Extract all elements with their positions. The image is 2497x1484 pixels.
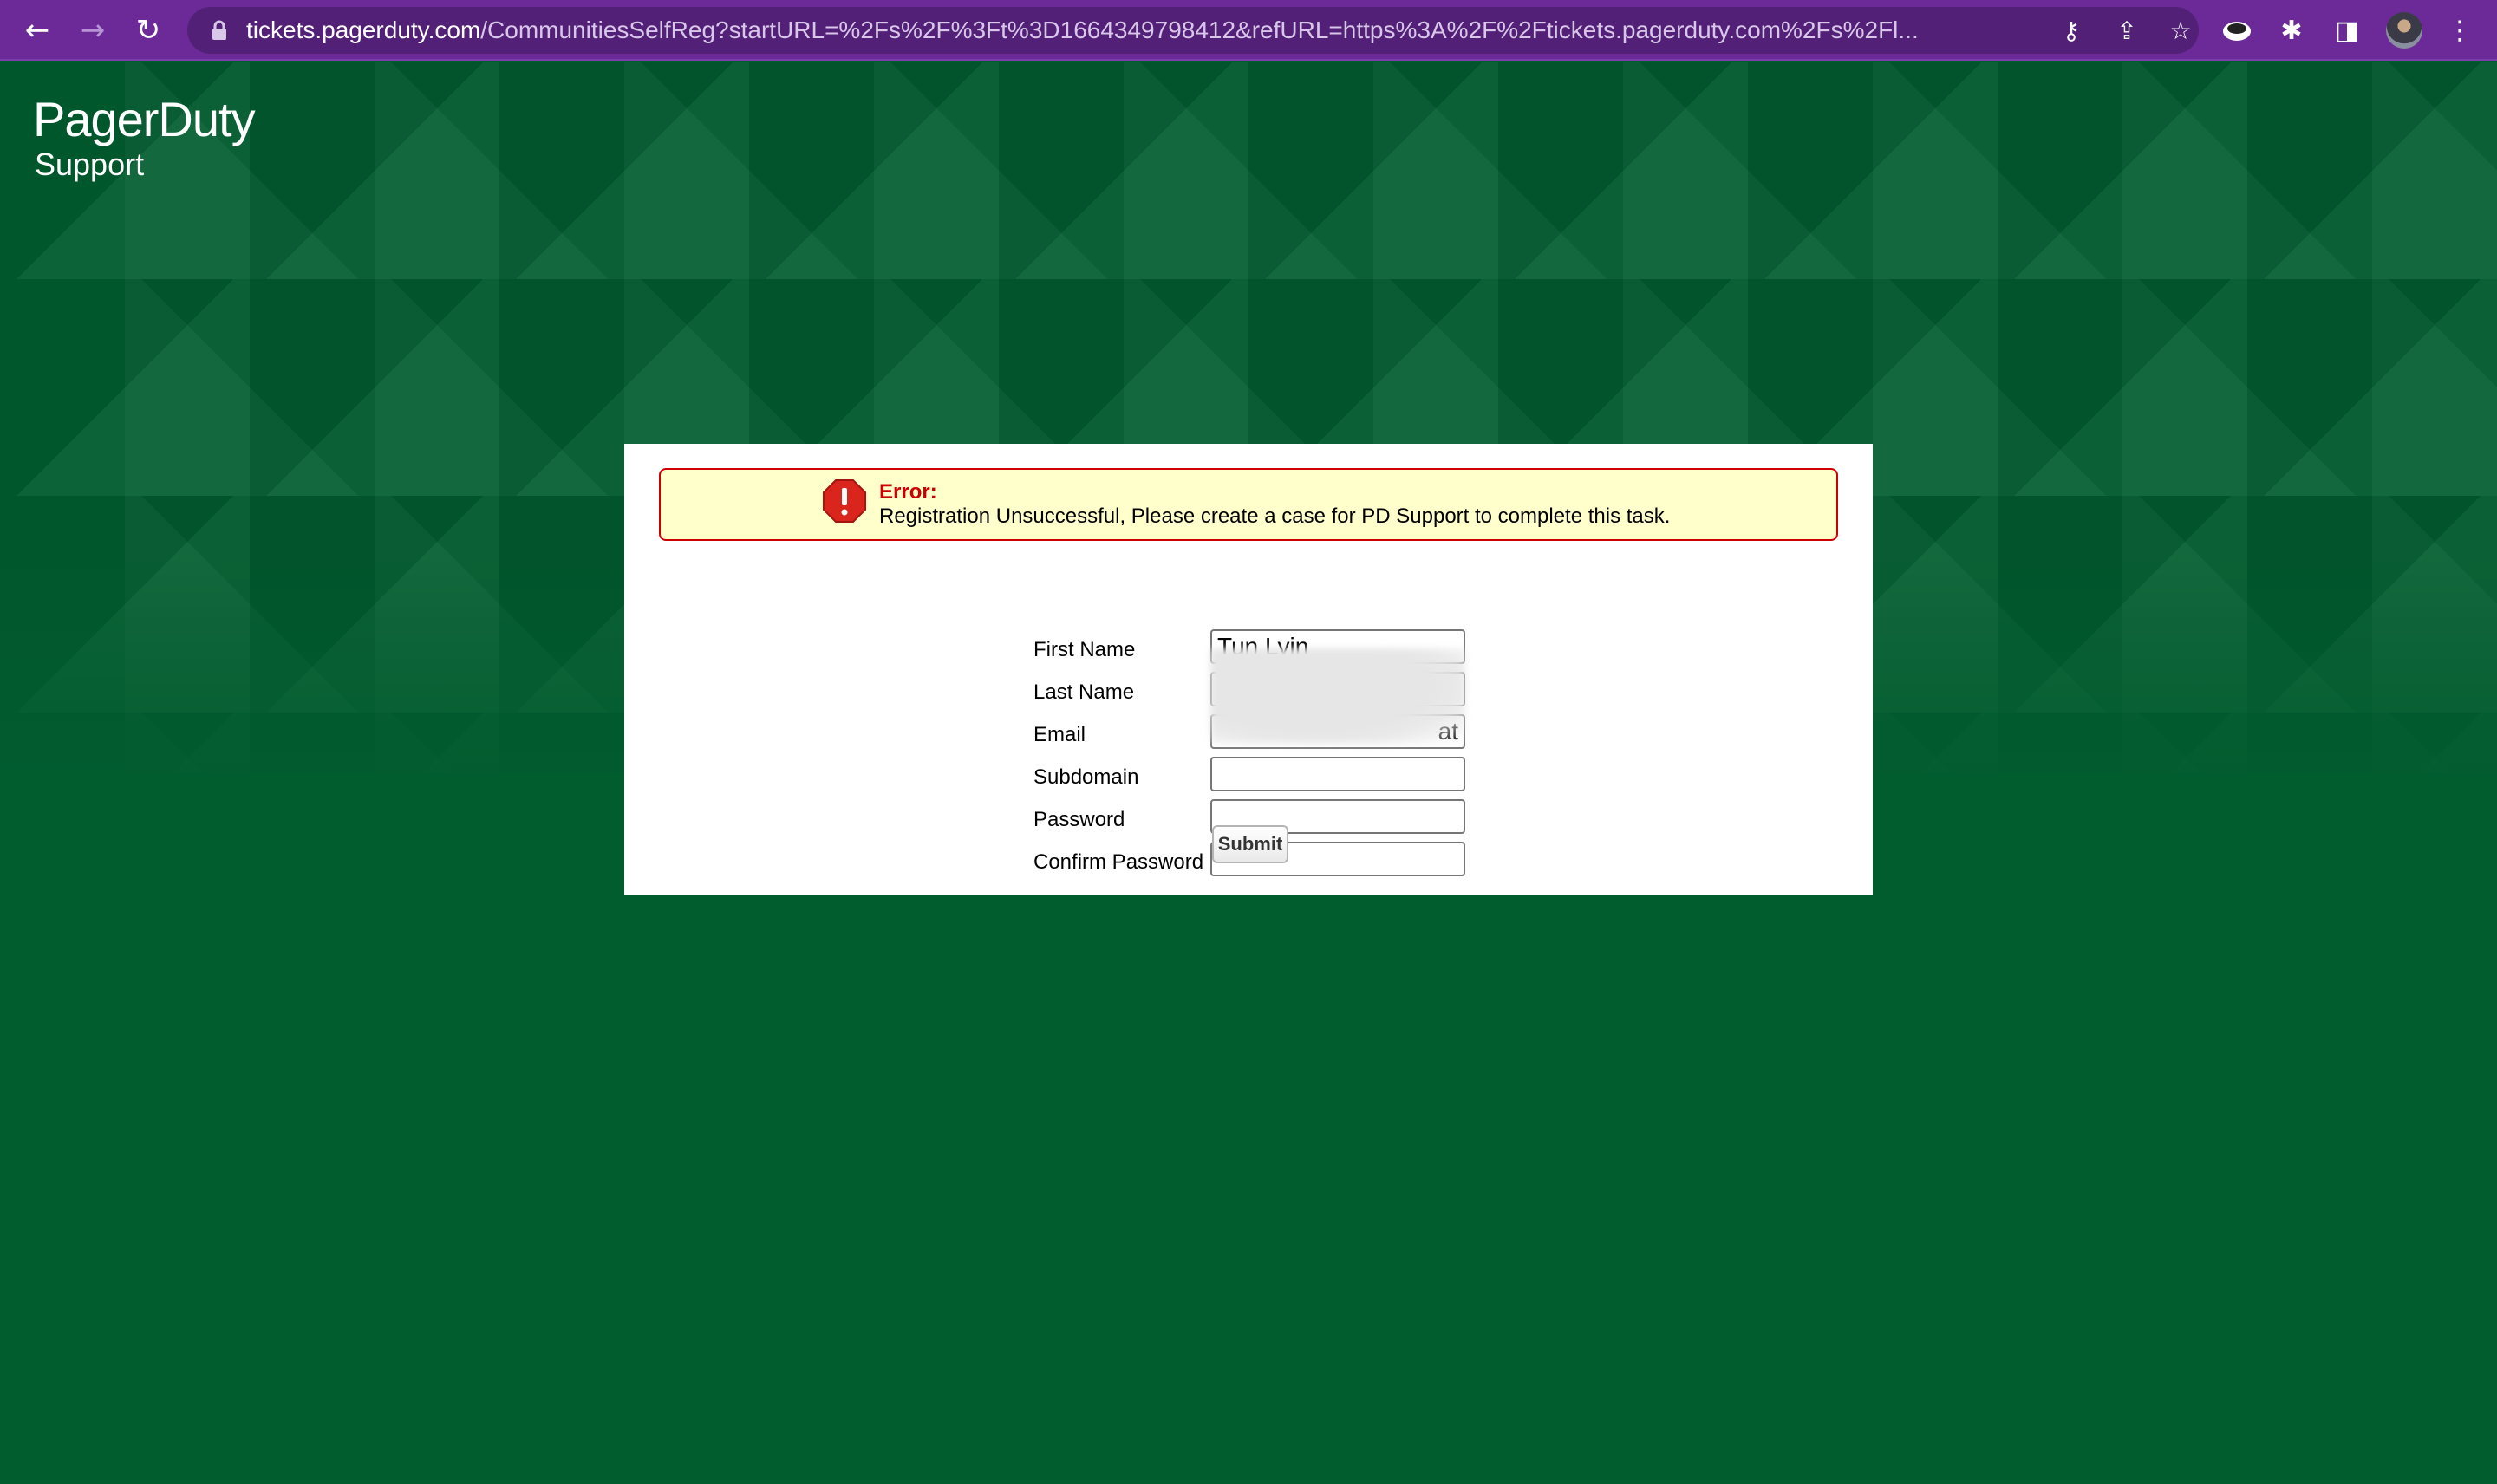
error-title: Error:	[879, 480, 937, 504]
key-icon[interactable]: ⚷	[2057, 16, 2086, 45]
profile-avatar[interactable]	[2386, 12, 2422, 49]
error-message: Registration Unsuccessful, Please create…	[879, 504, 1671, 528]
url-path: /CommunitiesSelfReg?startURL=%2Fs%2F%3Ft…	[480, 16, 1919, 43]
bookmark-star-icon[interactable]: ☆	[2166, 16, 2195, 45]
pagerduty-logo[interactable]: PagerDuty Support	[33, 92, 256, 182]
extension-disc-icon[interactable]	[2220, 14, 2254, 49]
forward-icon[interactable]: →	[73, 10, 113, 50]
email-label: Email	[1033, 723, 1086, 746]
url-host: tickets.pagerduty.com	[246, 16, 481, 43]
share-icon[interactable]: ⇪	[2112, 16, 2142, 45]
subdomain-input[interactable]	[1210, 757, 1465, 791]
error-stop-icon	[823, 479, 866, 523]
first-name-label: First Name	[1033, 638, 1136, 661]
page-content: PagerDuty Support Error: Registration Un…	[0, 62, 2497, 1484]
logo-brand: PagerDuty	[33, 92, 256, 146]
redaction-blur	[1210, 648, 1465, 744]
back-icon[interactable]: ←	[17, 10, 57, 50]
registration-panel: Error: Registration Unsuccessful, Please…	[624, 444, 1873, 895]
confirm-password-label: Confirm Password	[1033, 850, 1204, 874]
browser-toolbar: ← → ↻ tickets.pagerduty.com/CommunitiesS…	[0, 0, 2497, 61]
submit-button[interactable]: Submit	[1212, 825, 1288, 863]
logo-subtitle: Support	[35, 146, 145, 182]
address-bar[interactable]: tickets.pagerduty.com/CommunitiesSelfReg…	[187, 7, 2199, 54]
side-panel-icon[interactable]: ◨	[2329, 12, 2365, 49]
reload-icon[interactable]: ↻	[128, 10, 168, 50]
subdomain-row: Subdomain	[624, 757, 1873, 795]
url-text[interactable]: tickets.pagerduty.com/CommunitiesSelfReg…	[246, 7, 2050, 54]
extensions-puzzle-icon[interactable]: ✱	[2273, 12, 2310, 49]
password-label: Password	[1033, 808, 1125, 831]
error-message-box: Error: Registration Unsuccessful, Please…	[659, 468, 1838, 541]
last-name-label: Last Name	[1033, 680, 1135, 704]
lock-icon[interactable]	[208, 19, 231, 42]
subdomain-label: Subdomain	[1033, 765, 1139, 789]
browser-menu-icon[interactable]: ⋮	[2442, 12, 2478, 49]
